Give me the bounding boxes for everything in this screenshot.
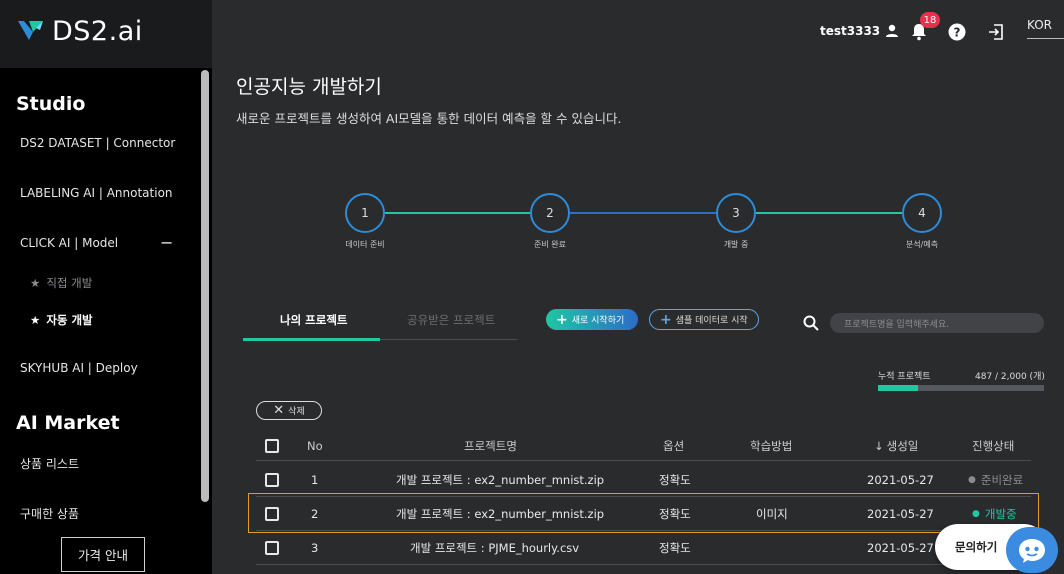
sidebar-subitem-label: 직접 개발 [46,276,93,290]
sidebar-subitem-auto-dev[interactable]: ★ 자동 개발 [30,312,93,328]
row-highlight-outline [248,493,1039,533]
status-label: 준비완료 [980,472,1024,487]
header-method[interactable]: 학습방법 [750,431,792,460]
step-connector-1 [385,212,530,214]
row-created: 2021-05-27 [867,540,934,555]
new-start-label: 새로 시작하기 [571,316,625,326]
plus-icon: + [660,311,672,328]
header-name[interactable]: 프로젝트명 [464,431,517,460]
header-created[interactable]: ↓ 생성일 [874,431,918,460]
sidebar-scrollbar[interactable] [201,70,209,502]
star-icon: ★ [30,313,41,327]
studio-title: Studio [16,93,86,115]
svg-text:?: ? [954,26,961,40]
step-connector-3 [756,212,902,214]
page-description: 새로운 프로젝트를 생성하여 AI모델을 통한 데이터 예측을 할 수 있습니다… [236,111,622,126]
logo-text: DS2.ai [52,15,143,47]
close-icon: ✕ [273,403,285,418]
plus-icon: + [556,311,568,328]
table-row[interactable]: 3 개발 프로젝트 : PJME_hourly.csv 정확도 2021-05-… [256,531,1031,565]
pricing-button[interactable]: 가격 안내 [61,537,145,572]
step-3-circle: 3 [716,193,756,233]
header-no: No [307,438,323,453]
step-2-circle: 2 [530,193,570,233]
sidebar-item-product-list[interactable]: 상품 리스트 [20,455,79,472]
top-bar [212,0,1064,62]
status-dot-icon: ● [968,474,976,485]
step-1-label: 데이터 준비 [345,240,385,249]
row-option: 정확도 [659,472,691,487]
step-3-label: 개발 중 [723,240,749,249]
logout-button[interactable] [985,21,1007,43]
table-header: No 프로젝트명 옵션 학습방법 ↓ 생성일 진행상태 [256,431,1031,461]
help-icon: ? [948,23,966,41]
collapse-icon[interactable]: − [160,233,173,252]
header-created-label: 생성일 [886,438,919,453]
chat-icon [1019,539,1045,563]
tab-shared-projects[interactable]: 공유받은 프로젝트 [407,312,495,328]
row-name[interactable]: 개발 프로젝트 : ex2_number_mnist.zip [396,463,604,496]
usage-label: 누적 프로젝트 [878,372,931,382]
row-created: 2021-05-27 [867,472,934,487]
chat-button[interactable] [1006,527,1058,573]
sidebar-item-labeling-ai[interactable]: LABELING AI | Annotation [20,186,173,200]
delete-label: 삭제 [288,407,305,417]
logout-icon [989,24,1003,40]
new-start-button[interactable]: + 새로 시작하기 [546,309,638,330]
search-input[interactable]: 프로젝트명을 입력해주세요. [830,313,1044,333]
step-1-circle: 1 [345,193,385,233]
help-button[interactable]: ? [946,21,968,43]
header-status[interactable]: 진행상태 [972,431,1014,460]
logo[interactable]: DS2.ai [16,14,143,48]
ds2-logo-icon [18,21,43,40]
row-option: 정확도 [659,540,691,555]
star-icon: ★ [30,276,41,290]
header-option[interactable]: 옵션 [663,431,684,460]
row-no: 1 [311,472,319,487]
language-selector[interactable]: KOR [1027,18,1064,39]
step-connector-2 [570,212,716,214]
table-row[interactable]: 1 개발 프로젝트 : ex2_number_mnist.zip 정확도 202… [256,463,1031,497]
user-menu[interactable]: test3333 [820,24,899,38]
user-icon [886,24,899,37]
search-icon[interactable] [803,315,819,331]
sort-arrow-icon: ↓ [874,438,884,453]
ai-market-title: AI Market [16,412,120,434]
row-no: 3 [311,540,319,555]
page-title: 인공지능 개발하기 [236,76,382,98]
sidebar-item-purchased[interactable]: 구매한 상품 [20,505,79,522]
usage-progress-fill [878,385,919,391]
row-name[interactable]: 개발 프로젝트 : PJME_hourly.csv [410,531,579,564]
sidebar: DS2.ai Studio DS2 DATASET | Connector LA… [0,0,212,574]
row-checkbox[interactable] [265,531,279,564]
sidebar-subitem-label: 자동 개발 [46,313,93,327]
tab-inactive-underline [380,339,517,340]
step-4-label: 분석/예측 [905,240,939,249]
step-4-circle: 4 [902,193,942,233]
step-2-label: 준비 완료 [534,240,566,249]
tab-my-projects[interactable]: 나의 프로젝트 [280,312,347,328]
select-all-checkbox[interactable] [265,431,279,460]
sidebar-item-click-ai[interactable]: CLICK AI | Model [20,236,118,250]
sidebar-subitem-manual-dev[interactable]: ★ 직접 개발 [30,275,92,291]
sample-start-button[interactable]: + 샘플 데이터로 시작 [649,309,759,330]
delete-button[interactable]: ✕ 삭제 [256,401,322,420]
sample-start-label: 샘플 데이터로 시작 [675,316,748,326]
usage-progress-bar [878,385,1044,391]
row-status: ● 준비완료 [968,463,1023,496]
row-checkbox[interactable] [265,463,279,496]
usage-value: 487 / 2,000 (개) [975,372,1045,382]
tab-active-underline [243,338,380,341]
sidebar-item-ds2-dataset[interactable]: DS2 DATASET | Connector [20,136,175,150]
sidebar-item-skyhub-ai[interactable]: SKYHUB AI | Deploy [20,361,138,375]
notification-badge: 18 [920,12,940,28]
username: test3333 [820,24,881,38]
